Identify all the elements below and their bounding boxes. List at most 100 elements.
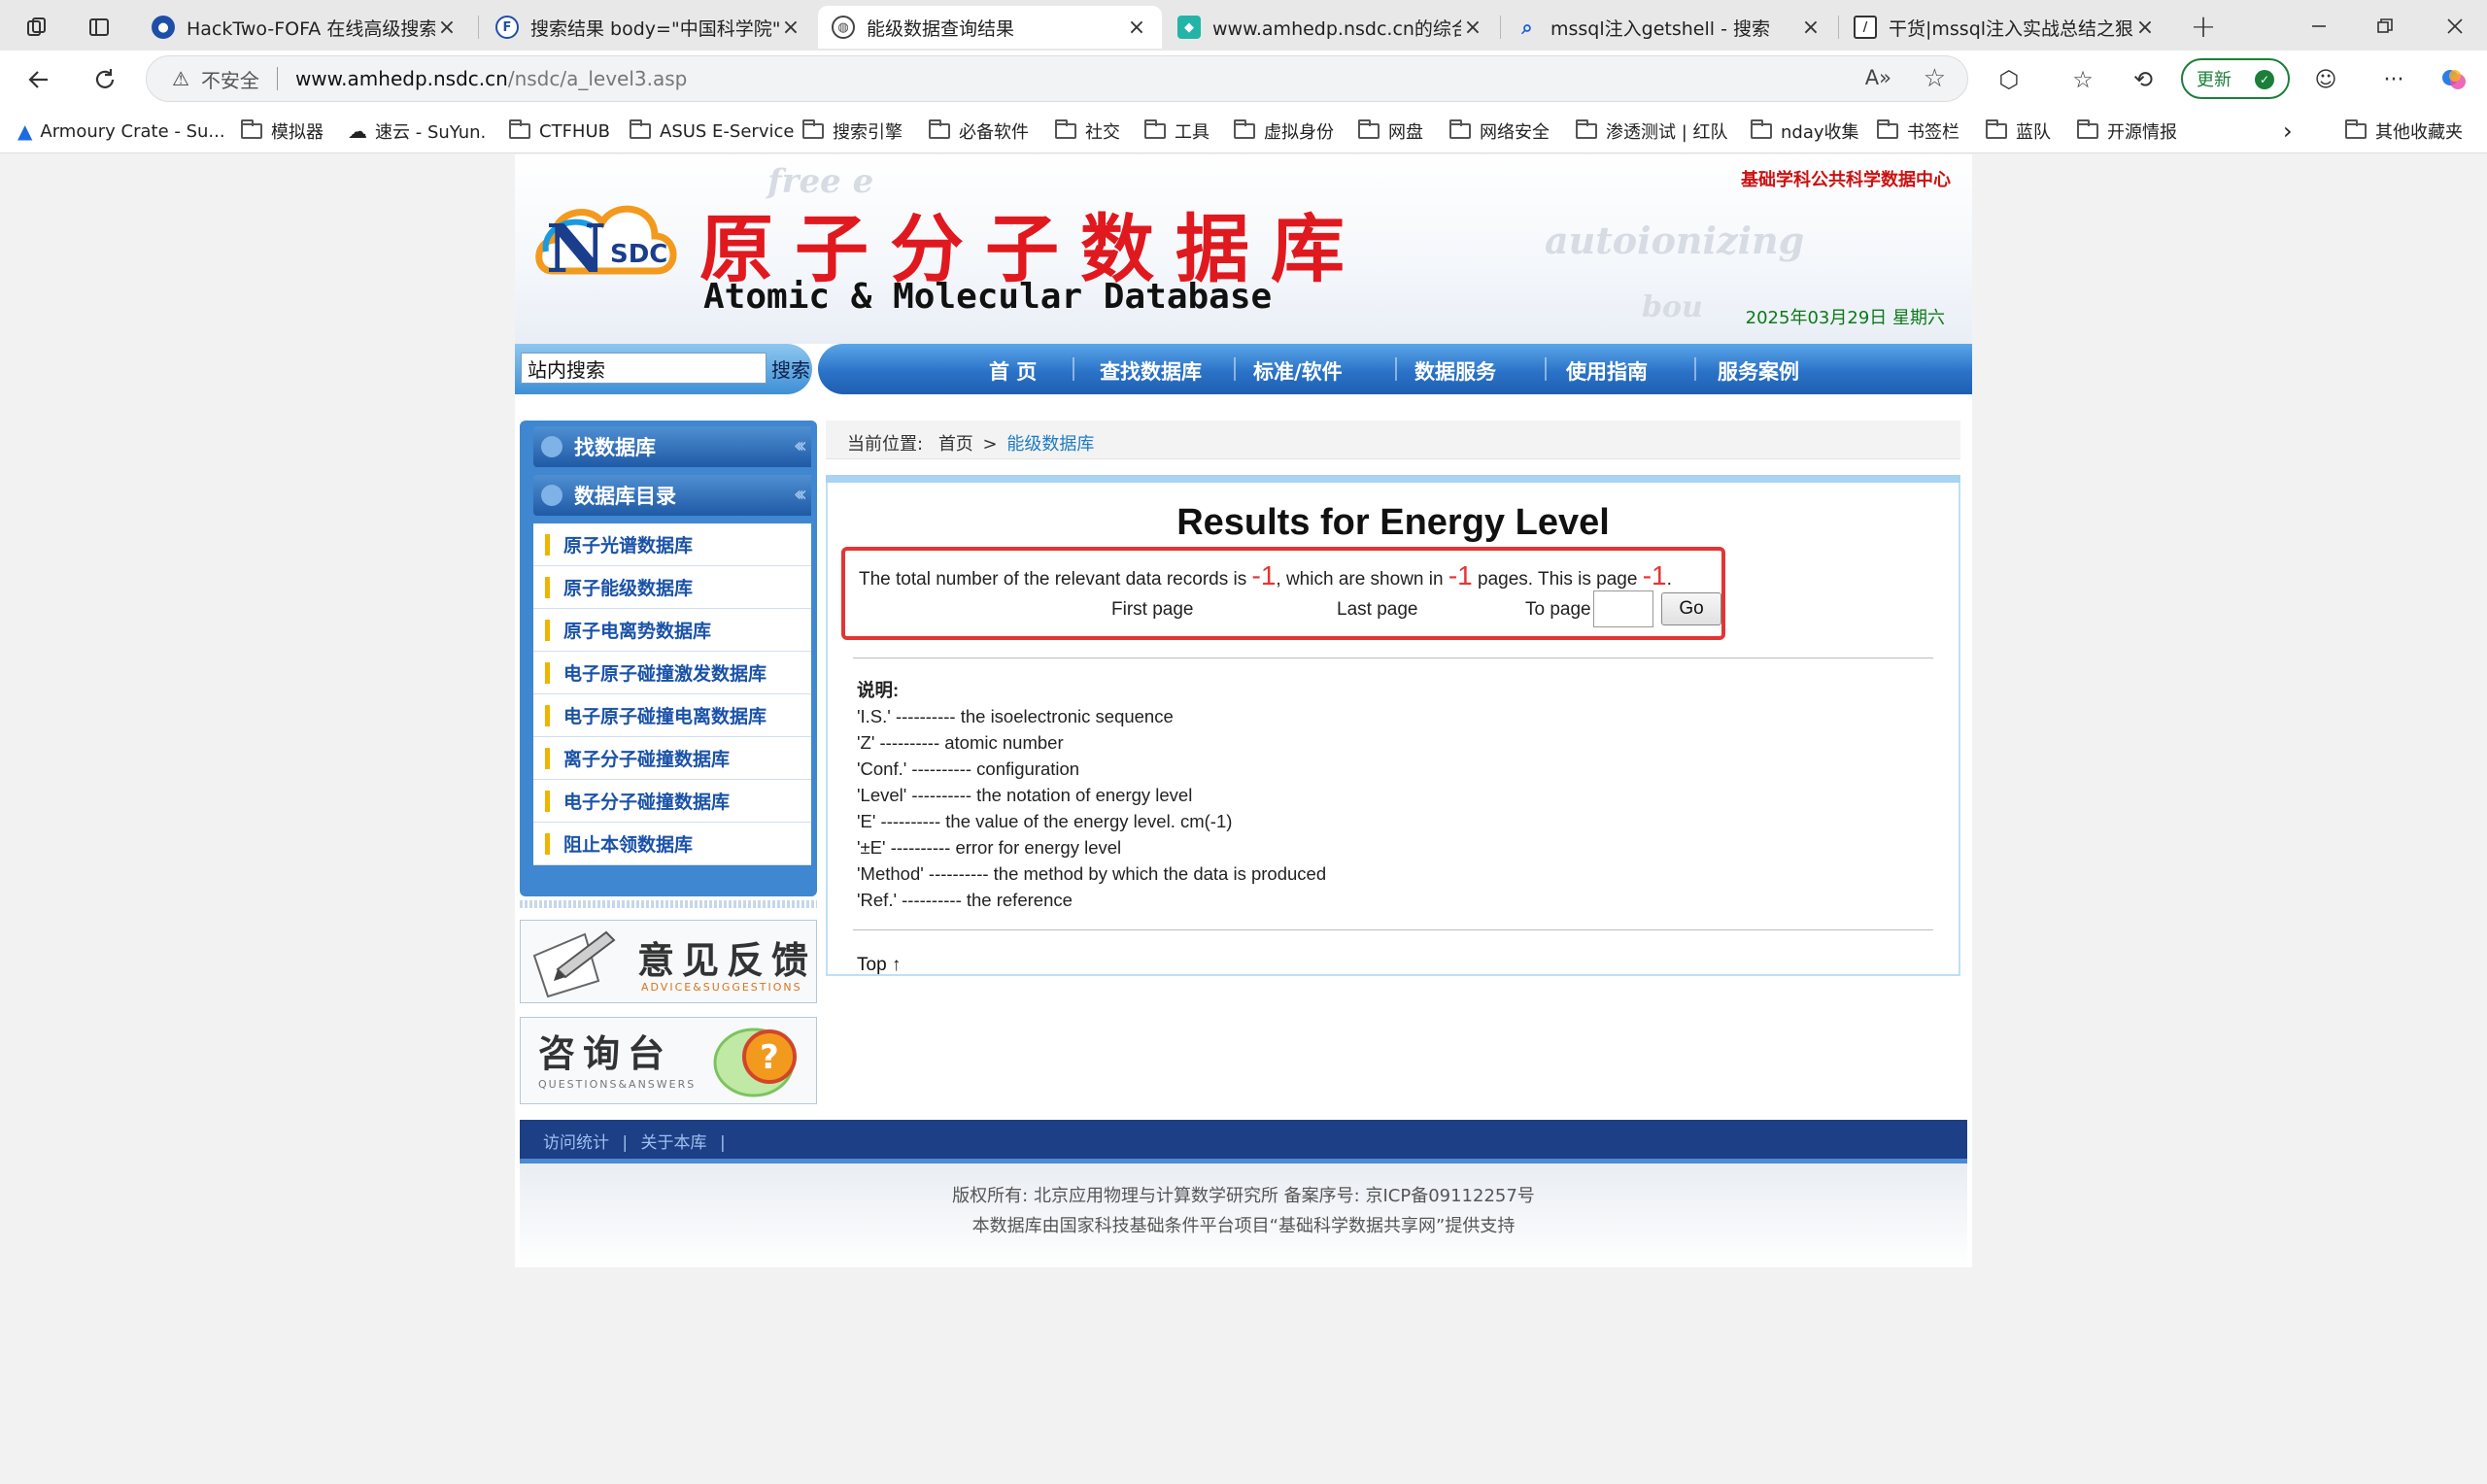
legend-line: 'Method' ---------- the method by which … — [857, 863, 1327, 884]
folder-icon — [929, 119, 950, 139]
nav-home[interactable]: 首 页 — [989, 356, 1037, 386]
sidebar-item-ion-molecule-collision[interactable]: 离子分子碰撞数据库 — [533, 737, 811, 780]
bookmark-folder[interactable]: 社交 — [1055, 117, 1120, 146]
footer-link-about[interactable]: 关于本库 — [641, 1133, 707, 1153]
tab-mssql-article[interactable]: / 干货|mssql注入实战总结之狠快准 × — [1840, 6, 2170, 49]
bookmark-folder[interactable]: 开源情报 — [2077, 117, 2177, 146]
nav-data-services[interactable]: 数据服务 — [1414, 356, 1496, 386]
close-tab-icon[interactable]: × — [1799, 16, 1823, 40]
bookmark-suyun[interactable]: ☁ 速云 - SuYun. — [348, 117, 486, 146]
bullet-bar-icon — [545, 576, 550, 598]
armoury-icon: ▲ — [17, 119, 33, 143]
copilot-icon[interactable] — [2438, 64, 2470, 95]
bookmark-label: 工具 — [1175, 122, 1209, 143]
bookmark-folder[interactable]: 必备软件 — [929, 117, 1029, 146]
bookmark-folder[interactable]: ASUS E-Service — [630, 117, 794, 146]
legend-line: 'Z' ---------- atomic number — [857, 732, 1064, 753]
favorite-star-icon[interactable]: ☆ — [1924, 64, 1946, 93]
bookmark-folder[interactable]: 模拟器 — [241, 117, 324, 146]
other-bookmarks-folder[interactable]: 其他收藏夹 — [2345, 117, 2463, 146]
tab-energy-level-results[interactable]: ◍ 能级数据查询结果 × — [818, 6, 1162, 49]
footer-link-visit-stats[interactable]: 访问统计 — [543, 1133, 609, 1153]
new-tab-icon[interactable]: + — [2186, 8, 2221, 45]
site-search-button[interactable]: 搜索 — [771, 354, 810, 383]
read-aloud-icon[interactable]: A» — [1865, 66, 1891, 89]
workspaces-icon[interactable] — [23, 14, 51, 41]
sidebar-item-electron-atom-excitation[interactable]: 电子原子碰撞激发数据库 — [533, 652, 811, 694]
site-search-input[interactable] — [521, 353, 767, 384]
bookmark-folder[interactable]: 网盘 — [1358, 117, 1423, 146]
close-tab-icon[interactable]: × — [779, 16, 802, 40]
bookmark-folder[interactable]: 蓝队 — [1986, 117, 2051, 146]
sidebar-item-label: 离子分子碰撞数据库 — [563, 749, 731, 770]
bookmark-armoury-crate[interactable]: ▲ Armoury Crate - Su... — [17, 117, 225, 146]
sidebar-item-atomic-spectra[interactable]: 原子光谱数据库 — [533, 523, 811, 566]
sidebar-item-label: 原子光谱数据库 — [563, 535, 694, 556]
tab-domain-lookup[interactable]: ◆ www.amhedp.nsdc.cn的综合查询 × — [1164, 6, 1498, 49]
folder-icon — [1877, 119, 1898, 139]
bookmark-label: ASUS E-Service — [660, 120, 795, 142]
folder-icon — [1576, 119, 1597, 139]
tab-title: www.amhedp.nsdc.cn的综合查询 — [1212, 17, 1461, 40]
bookmark-folder[interactable]: 网络安全 — [1449, 117, 1550, 146]
go-button[interactable]: Go — [1661, 592, 1721, 625]
bookmark-folder[interactable]: 虚拟身份 — [1234, 117, 1334, 146]
close-tab-icon[interactable]: × — [1125, 16, 1148, 40]
legend-line: 'I.S.' ---------- the isoelectronic sequ… — [857, 706, 1174, 726]
bookmarks-overflow-chevron-icon[interactable]: › — [2283, 117, 2293, 146]
back-arrow-icon[interactable] — [23, 64, 54, 95]
back-to-top-link[interactable]: Top ↑ — [857, 955, 901, 976]
breadcrumb-current-link[interactable]: 能级数据库 — [1006, 434, 1094, 455]
first-page-link[interactable]: First page — [1111, 599, 1193, 621]
nav-find-database[interactable]: 查找数据库 — [1100, 356, 1202, 386]
minimize-icon[interactable] — [2304, 12, 2334, 41]
sidebar-item-ionization-potential[interactable]: 原子电离势数据库 — [533, 609, 811, 652]
tab-fofa[interactable]: ● HackTwo-FOFA 在线高级搜索小 × — [138, 6, 472, 49]
legend-line: 'Level' ---------- the notation of energ… — [857, 785, 1193, 805]
update-button[interactable]: 更新 ✓ — [2181, 58, 2290, 99]
bookmark-folder[interactable]: 搜索引擎 — [802, 117, 903, 146]
favorites-icon[interactable]: ☆ — [2067, 64, 2098, 95]
bookmark-folder[interactable]: nday收集 — [1751, 117, 1859, 146]
bookmark-folder[interactable]: 渗透测试 | 红队 — [1576, 117, 1728, 146]
nav-standards-software[interactable]: 标准/软件 — [1253, 356, 1343, 386]
reload-icon[interactable] — [89, 64, 120, 95]
close-window-icon[interactable] — [2440, 12, 2470, 41]
close-tab-icon[interactable]: × — [435, 16, 459, 40]
nav-user-guide[interactable]: 使用指南 — [1566, 356, 1648, 386]
bookmark-label: 搜索引擎 — [833, 122, 903, 143]
sidebar-item-atomic-energy-levels[interactable]: 原子能级数据库 — [533, 566, 811, 609]
feedback-banner[interactable]: 意见反馈 ADVICE&SUGGESTIONS — [520, 920, 817, 1003]
tab-search-results[interactable]: F 搜索结果 body="中国科学院" & × — [482, 6, 816, 49]
last-page-link[interactable]: Last page — [1337, 599, 1417, 621]
history-icon[interactable]: ⟲ — [2128, 64, 2159, 95]
restore-icon[interactable] — [2370, 12, 2400, 41]
tab-mssql-search[interactable]: ⌕ mssql注入getshell - 搜索 × — [1502, 6, 1836, 49]
profile-icon[interactable]: ☺ — [2310, 64, 2341, 95]
sidebar-item-stopping-power[interactable]: 阻止本领数据库 — [533, 823, 811, 865]
bookmark-folder[interactable]: 工具 — [1144, 117, 1209, 146]
url-host: www.amhedp.nsdc.cn — [294, 67, 508, 90]
more-menu-icon[interactable]: ··· — [2378, 64, 2409, 95]
bookmark-folder[interactable]: 书签栏 — [1877, 117, 1959, 146]
close-tab-icon[interactable]: × — [1461, 16, 1484, 40]
sidebar-item-electron-atom-ionization[interactable]: 电子原子碰撞电离数据库 — [533, 694, 811, 737]
page-number-input[interactable] — [1593, 590, 1653, 627]
bookmark-folder[interactable]: CTFHUB — [509, 117, 610, 146]
extensions-icon[interactable]: ⬡ — [1993, 64, 2025, 95]
warning-icon[interactable]: ⚠ — [172, 67, 189, 90]
sidebar-header-find-database[interactable]: 找数据库 ‹‹‹ — [533, 426, 811, 467]
bullet-bar-icon — [545, 832, 550, 855]
sidebar-item-electron-molecule-collision[interactable]: 电子分子碰撞数据库 — [533, 780, 811, 823]
fofa-icon: F — [495, 16, 519, 39]
nav-service-cases[interactable]: 服务案例 — [1718, 356, 1799, 386]
sidebar-header-database-catalog[interactable]: 数据库目录 ‹‹‹ — [533, 475, 811, 516]
banner-bg-text: autoionizing — [1545, 219, 1805, 262]
address-bar[interactable]: ⚠ 不安全 www.amhedp.nsdc.cn/nsdc/a_level3.a… — [146, 55, 1968, 102]
security-label[interactable]: 不安全 — [201, 65, 259, 93]
breadcrumb-home-link[interactable]: 首页 — [938, 434, 973, 455]
close-tab-icon[interactable]: × — [2133, 16, 2157, 40]
vertical-tabs-icon[interactable] — [85, 14, 113, 41]
qa-desk-banner[interactable]: 咨询台 QUESTIONS&ANSWERS ? — [520, 1017, 817, 1104]
article-icon: / — [1854, 16, 1877, 39]
